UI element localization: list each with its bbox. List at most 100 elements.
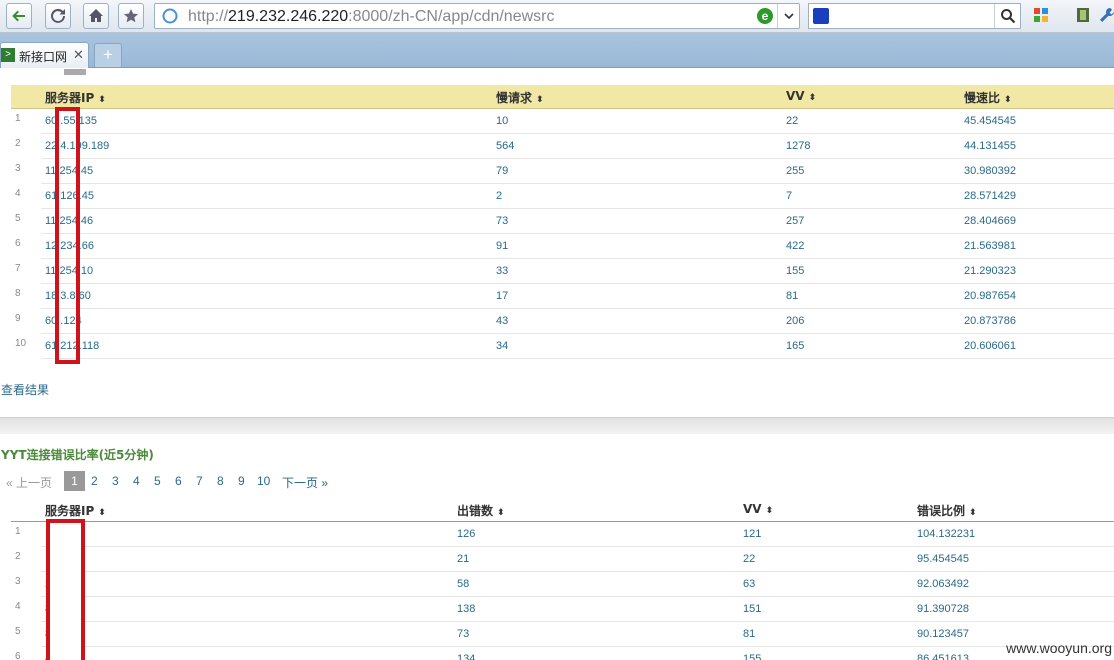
cell-vv[interactable]: 165 [786,340,804,352]
pager-page-10[interactable]: 10 [257,474,270,488]
cell-count[interactable]: 43 [496,315,508,327]
cell-vv[interactable]: 255 [786,165,804,177]
bookmark-star-icon [123,9,139,23]
tab-close-button[interactable]: ✕ [73,47,84,63]
header-label: VV [743,502,762,516]
row-divider [41,358,1114,359]
cell-ratio[interactable]: 90.123457 [917,628,969,640]
table-row: 58.60738190.123457 [0,622,1114,647]
cell-ratio[interactable]: 20.987654 [964,290,1016,302]
cell-ratio[interactable]: 44.131455 [964,140,1016,152]
address-bar[interactable]: http://219.232.246.220:8000/zh-CN/app/cd… [154,3,800,29]
table-row: 1.153126121104.132231 [0,522,1114,547]
cell-vv[interactable]: 1278 [786,140,810,152]
cell-count[interactable]: 91 [496,240,508,252]
table2-header-ip[interactable]: 服务器IP ⬍ [45,502,106,519]
cell-ratio[interactable]: 30.980392 [964,165,1016,177]
table2-header-errors[interactable]: 出错数 ⬍ [457,502,505,519]
header-label: 慢速比 [964,91,1001,105]
pager-page-5[interactable]: 5 [154,474,161,488]
cell-count[interactable]: 73 [496,215,508,227]
table1-header-slow[interactable]: 慢请求 ⬍ [496,89,544,106]
pager-page-2[interactable]: 2 [91,474,98,488]
new-tab-button[interactable]: + [94,43,122,67]
cell-vv[interactable]: 155 [743,653,761,660]
tab-active[interactable]: > 新接口网 ✕ [0,42,89,68]
header-label: 慢请求 [496,91,533,105]
cell-count[interactable]: 134 [457,653,475,660]
cell-count[interactable]: 564 [496,140,514,152]
ie-tab-icon[interactable]: e [757,8,773,24]
cell-vv[interactable]: 422 [786,240,804,252]
reload-button[interactable] [45,3,71,29]
cell-ratio[interactable]: 91.390728 [917,603,969,615]
pager-page-3[interactable]: 3 [112,474,119,488]
cell-ratio[interactable]: 45.454545 [964,115,1016,127]
table1-header-ip[interactable]: 服务器IP ⬍ [45,89,106,106]
table2-header-ratio[interactable]: 错误比例 ⬍ [917,502,977,519]
redaction-box-top [55,107,80,364]
bookmark-button[interactable] [118,3,144,29]
cell-ratio[interactable]: 92.063492 [917,578,969,590]
pager-page-9[interactable]: 9 [238,474,245,488]
cell-count[interactable]: 17 [496,290,508,302]
cell-ratio[interactable]: 86.451613 [917,653,969,660]
table2-header-vv[interactable]: VV ⬍ [743,502,773,516]
cell-count[interactable]: 138 [457,603,475,615]
cell-count[interactable]: 34 [496,340,508,352]
header-label: 服务器IP [45,504,95,518]
search-bar[interactable] [808,3,1021,29]
cell-vv[interactable]: 7 [786,190,792,202]
cell-count[interactable]: 2 [496,190,502,202]
wrench-icon[interactable] [1099,7,1114,23]
pager-current-page: 1 [64,471,85,491]
cell-ratio[interactable]: 28.404669 [964,215,1016,227]
pager-page-6[interactable]: 6 [175,474,182,488]
cell-vv[interactable]: 206 [786,315,804,327]
cell-count[interactable]: 21 [457,553,469,565]
page-content: 服务器IP ⬍ 慢请求 ⬍ VV ⬍ 慢速比 ⬍ 1 60 .55.135 10 22 45.4… [0,69,1114,660]
table2-header: 服务器IP ⬍ 出错数 ⬍ VV ⬍ 错误比例 ⬍ [11,498,1114,522]
cell-vv[interactable]: 81 [786,290,798,302]
baidu-search-engine-icon[interactable] [813,8,829,24]
table-row: 1 60 .55.135 10 22 45.454545 [0,109,1114,134]
back-button[interactable] [6,3,32,29]
header-label: 出错数 [457,504,494,518]
cell-vv[interactable]: 151 [743,603,761,615]
cell-ratio[interactable]: 95.454545 [917,553,969,565]
cell-ratio[interactable]: 20.873786 [964,315,1016,327]
cell-vv[interactable]: 257 [786,215,804,227]
cell-vv[interactable]: 22 [743,553,755,565]
home-button[interactable] [83,3,109,29]
table1-header-ratio[interactable]: 慢速比 ⬍ [964,89,1012,106]
search-button[interactable] [994,4,1020,28]
cell-count[interactable]: 126 [457,528,475,540]
cell-ratio[interactable]: 21.290323 [964,265,1016,277]
cell-count[interactable]: 58 [457,578,469,590]
cell-count[interactable]: 10 [496,115,508,127]
film-icon[interactable] [1075,7,1091,23]
cell-vv[interactable]: 121 [743,528,761,540]
cell-count[interactable]: 73 [457,628,469,640]
pager-page-8[interactable]: 8 [217,474,224,488]
cell-vv[interactable]: 155 [786,265,804,277]
table-row: 3 11 254.45 79 255 30.980392 [0,159,1114,184]
site-identity-icon [162,8,178,24]
cell-ratio[interactable]: 21.563981 [964,240,1016,252]
view-results-link[interactable]: 查看结果 [1,381,49,398]
cell-count[interactable]: 79 [496,165,508,177]
cell-count[interactable]: 33 [496,265,508,277]
url-dropdown-button[interactable] [777,4,799,28]
row-number: 2 [15,138,21,149]
addons-grid-icon[interactable] [1033,7,1049,23]
pager-page-4[interactable]: 4 [133,474,140,488]
cell-vv[interactable]: 22 [786,115,798,127]
cell-vv[interactable]: 81 [743,628,755,640]
table1-header-vv[interactable]: VV ⬍ [786,89,816,103]
cell-ratio[interactable]: 104.132231 [917,528,975,540]
cell-ratio[interactable]: 20.606061 [964,340,1016,352]
cell-ratio[interactable]: 28.571429 [964,190,1016,202]
pager-next[interactable]: 下一页 » [282,474,328,491]
cell-vv[interactable]: 63 [743,578,755,590]
pager-page-7[interactable]: 7 [196,474,203,488]
